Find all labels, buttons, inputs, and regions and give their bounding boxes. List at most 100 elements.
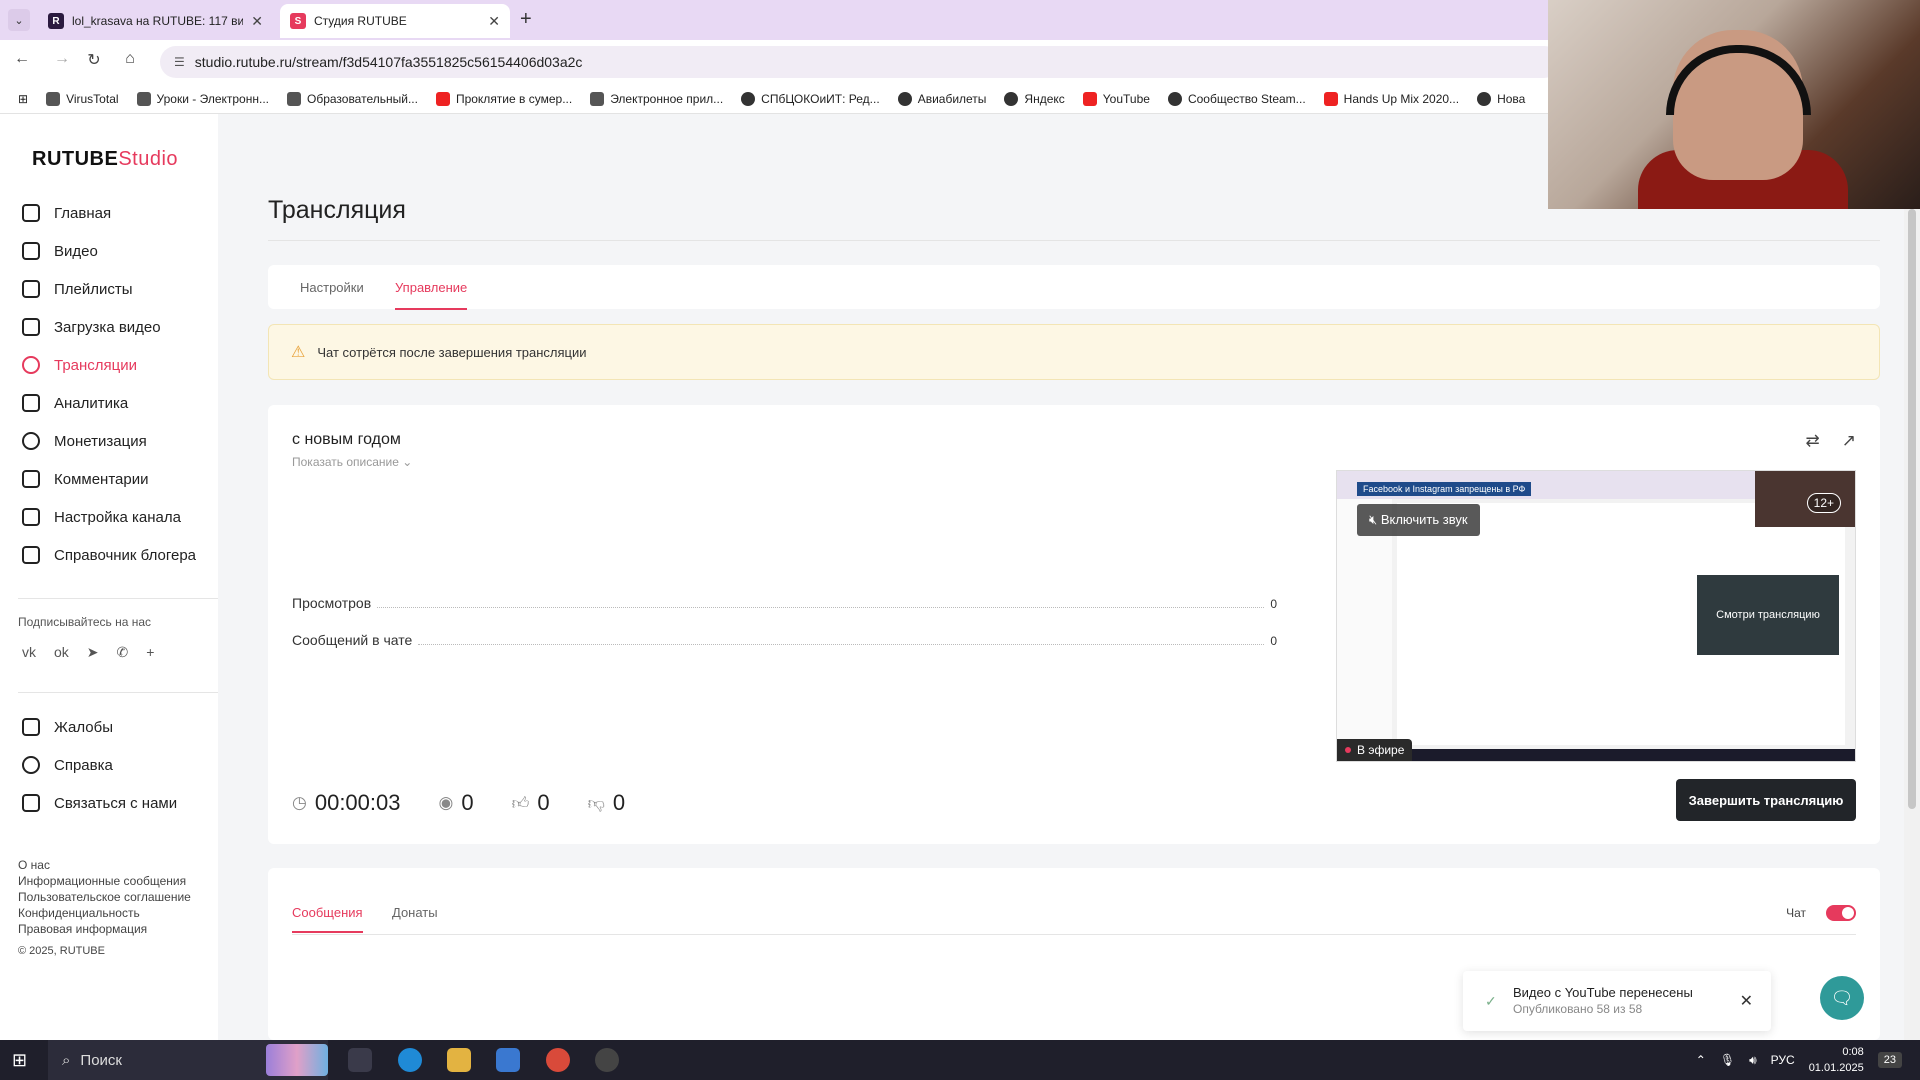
warning-icon: ⚠ <box>291 344 306 361</box>
page-tabs: Настройки Управление <box>268 265 1880 310</box>
show-description-toggle[interactable]: Показать описание ⌄ <box>292 455 412 469</box>
bookmark-item[interactable]: VirusTotal <box>46 91 119 106</box>
new-tab-button[interactable]: + <box>520 8 532 31</box>
volume-icon[interactable]: 🔊︎ <box>1749 1053 1757 1068</box>
sidebar-nav: Главная Видео Плейлисты Загрузка видео Т… <box>0 194 218 574</box>
windows-start-icon[interactable]: ⊞ <box>12 1050 27 1071</box>
bookmark-item[interactable]: Уроки - Электронн... <box>136 91 269 106</box>
telegram-icon[interactable]: ➤ <box>87 644 99 661</box>
chevron-up-icon[interactable]: ⌃ <box>1696 1053 1706 1067</box>
tab-donations[interactable]: Донаты <box>392 905 438 920</box>
share-icon[interactable]: ⇄ <box>1806 431 1820 451</box>
unmute-button[interactable]: 🔇︎ Включить звук <box>1357 504 1480 536</box>
footer-link[interactable]: Пользовательское соглашение <box>18 889 191 905</box>
preview-inner-player: Смотри трансляцию <box>1697 575 1839 655</box>
bookmark-item[interactable]: Сообщество Steam... <box>1167 91 1306 106</box>
help-icon <box>22 756 40 774</box>
sidebar-item-monetization[interactable]: Монетизация <box>0 422 218 460</box>
url-input[interactable]: ☰ studio.rutube.ru/stream/f3d54107fa3551… <box>160 46 1560 78</box>
edge-icon[interactable] <box>398 1048 422 1072</box>
browser-tab-studio[interactable]: S Студия RUTUBE ✕ <box>280 4 510 38</box>
upload-icon <box>22 318 40 336</box>
vk-icon[interactable]: vk <box>22 644 36 661</box>
sidebar-item-home[interactable]: Главная <box>0 194 218 232</box>
tab-management[interactable]: Управление <box>395 280 468 310</box>
chat-toggle[interactable] <box>1826 905 1856 921</box>
close-tab-icon[interactable]: ✕ <box>251 13 263 30</box>
sidebar-item-video[interactable]: Видео <box>0 232 218 270</box>
footer-link[interactable]: Конфиденциальность <box>18 905 191 921</box>
clock[interactable]: 0:08 01.01.2025 <box>1809 1044 1864 1076</box>
support-chat-button[interactable]: 🗨︎ <box>1820 976 1864 1020</box>
dotted-leader <box>377 607 1265 608</box>
youtube-icon <box>435 91 450 106</box>
bookmark-item[interactable]: Авиабилеты <box>897 91 986 106</box>
apps-icon[interactable]: ⊞ <box>18 92 28 106</box>
file-explorer-icon[interactable] <box>447 1048 471 1072</box>
footer-link[interactable]: О нас <box>18 857 191 873</box>
sidebar-item-analytics[interactable]: Аналитика <box>0 384 218 422</box>
store-icon[interactable] <box>496 1048 520 1072</box>
back-icon[interactable]: ← <box>10 50 34 68</box>
close-icon[interactable]: ✕ <box>1740 991 1753 1011</box>
sidebar-divider <box>18 692 218 693</box>
close-tab-icon[interactable]: ✕ <box>488 13 500 30</box>
sidebar-item-contact[interactable]: Связаться с нами <box>0 784 218 822</box>
notifications-icon[interactable]: 23 <box>1877 1052 1902 1068</box>
tab-messages[interactable]: Сообщения <box>292 905 363 933</box>
sidebar-item-help[interactable]: Справка <box>0 746 218 784</box>
check-icon: ✓ <box>1485 993 1497 1009</box>
obs-icon[interactable] <box>595 1048 619 1072</box>
microphone-icon[interactable]: 🎙︎ <box>1720 1053 1735 1067</box>
external-link-icon[interactable]: ↗ <box>1842 431 1856 451</box>
social-links: vk ok ➤ ✆ + <box>22 644 154 661</box>
ok-icon[interactable]: ok <box>54 644 69 661</box>
site-info-icon[interactable]: ☰ <box>174 55 185 69</box>
footer-link[interactable]: Информационные сообщения <box>18 873 191 889</box>
sidebar-item-broadcasts[interactable]: Трансляции <box>0 346 218 384</box>
sidebar-item-handbook[interactable]: Справочник блогера <box>0 536 218 574</box>
language-indicator[interactable]: РУС <box>1771 1053 1795 1067</box>
preview-taskbar <box>1337 749 1855 761</box>
sidebar-item-complaints[interactable]: Жалобы <box>0 708 218 746</box>
bookmark-item[interactable]: Проклятие в сумер... <box>435 91 572 106</box>
sidebar-item-playlists[interactable]: Плейлисты <box>0 270 218 308</box>
home-browser-icon[interactable]: ⌂ <box>118 50 142 68</box>
viber-icon[interactable]: ✆ <box>117 644 129 661</box>
preview-sidebar <box>1337 499 1392 749</box>
bookmark-item[interactable]: Электронное прил... <box>590 91 723 106</box>
sidebar-item-comments[interactable]: Комментарии <box>0 460 218 498</box>
tab-list-button[interactable]: ⌄ <box>8 9 30 31</box>
sidebar-secondary-nav: Жалобы Справка Связаться с нами <box>0 708 218 822</box>
youtube-icon <box>1082 91 1097 106</box>
reload-icon[interactable]: ↻ <box>82 50 106 70</box>
search-highlight-image <box>266 1044 328 1076</box>
task-view-icon[interactable] <box>348 1048 372 1072</box>
bookmark-item[interactable]: Нова <box>1477 91 1525 106</box>
viewers-metric: ◉ 0 <box>438 790 474 815</box>
globe-icon <box>741 91 756 106</box>
page-scrollbar[interactable] <box>1904 209 1920 1040</box>
monetization-icon <box>22 432 40 450</box>
handbook-icon <box>22 546 40 564</box>
rutube-studio-logo[interactable]: RUTUBEStudio <box>32 148 178 171</box>
end-stream-button[interactable]: Завершить трансляцию <box>1676 779 1856 821</box>
chrome-icon[interactable] <box>546 1048 570 1072</box>
browser-tab-rutube[interactable]: R lol_krasava на RUTUBE: 117 ви ✕ <box>38 4 273 38</box>
age-rating-badge: 12+ <box>1806 493 1841 513</box>
bookmark-item[interactable]: Hands Up Mix 2020... <box>1323 91 1459 106</box>
sidebar-item-upload[interactable]: Загрузка видео <box>0 308 218 346</box>
bookmark-item[interactable]: Образовательный... <box>286 91 418 106</box>
bookmark-item[interactable]: СПбЦОКОиИТ: Ред... <box>741 91 880 106</box>
bookmark-item[interactable]: Яндекс <box>1004 91 1065 106</box>
stream-preview-player[interactable]: Смотри трансляцию Facebook и Instagram з… <box>1336 470 1856 762</box>
sidebar-item-channel-settings[interactable]: Настройка канала <box>0 498 218 536</box>
bookmark-item[interactable]: YouTube <box>1082 91 1150 106</box>
footer-link[interactable]: Правовая информация <box>18 921 191 937</box>
tab-settings[interactable]: Настройки <box>300 280 364 295</box>
forward-icon[interactable]: → <box>50 50 74 68</box>
chat-toggle-label: Чат <box>1786 906 1806 920</box>
more-icon[interactable]: + <box>146 644 154 661</box>
stream-title: с новым годом <box>292 431 401 448</box>
scroll-thumb[interactable] <box>1908 209 1916 809</box>
